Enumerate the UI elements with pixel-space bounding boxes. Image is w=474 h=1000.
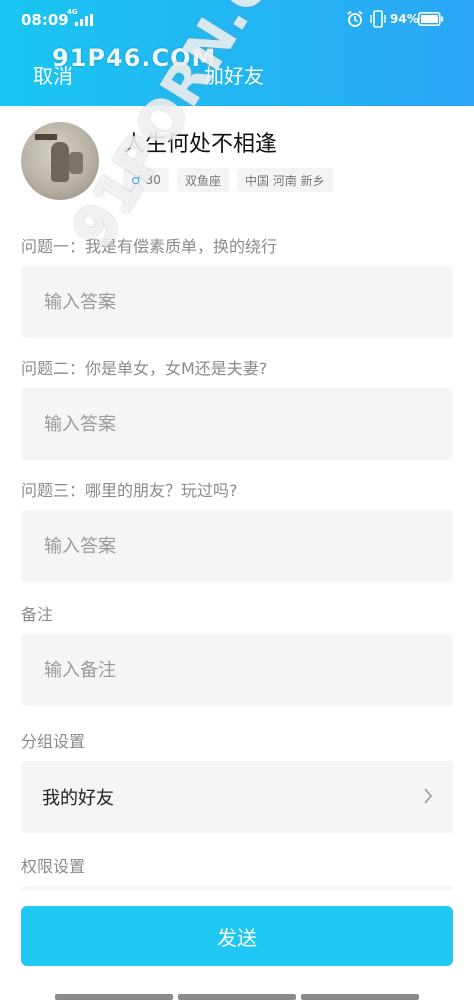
remark-label: 备注 bbox=[21, 605, 54, 624]
age-tag: ♂ 30 bbox=[123, 168, 169, 192]
app-header: 08:09 4G 94% 91P46.COM 取消 加好友 bbox=[0, 0, 474, 106]
avatar[interactable] bbox=[21, 122, 99, 200]
send-button[interactable]: 发送 bbox=[21, 906, 453, 966]
group-label: 分组设置 bbox=[21, 732, 86, 751]
status-bar: 08:09 4G 94% bbox=[0, 0, 474, 40]
watermark-top: 91P46.COM bbox=[52, 44, 217, 72]
battery-icon bbox=[418, 12, 444, 26]
answer-1-field[interactable] bbox=[21, 266, 453, 338]
page-title: 加好友 bbox=[204, 64, 264, 88]
vibrate-icon bbox=[370, 10, 386, 28]
permission-label: 权限设置 bbox=[21, 857, 86, 876]
answer-3-input[interactable] bbox=[42, 534, 426, 558]
nav-handle-left bbox=[55, 994, 173, 1000]
remark-input[interactable] bbox=[42, 658, 426, 682]
question-3-label: 问题三：哪里的朋友？玩过吗? bbox=[21, 481, 238, 500]
male-icon: ♂ bbox=[131, 172, 143, 188]
answer-3-field[interactable] bbox=[21, 510, 453, 582]
age-value: 30 bbox=[145, 173, 161, 187]
profile-name: 人生何处不相逢 bbox=[123, 132, 278, 157]
question-1-label: 问题一：我是有偿素质单，换的绕行 bbox=[21, 237, 278, 256]
profile-card: 人生何处不相逢 ♂ 30 双鱼座 中国 河南 新乡 bbox=[0, 106, 474, 220]
location-tag: 中国 河南 新乡 bbox=[236, 168, 333, 192]
zodiac-tag: 双鱼座 bbox=[176, 168, 229, 192]
answer-2-input[interactable] bbox=[42, 412, 426, 436]
nav-handle-right bbox=[301, 994, 419, 1000]
group-selector[interactable]: 我的好友 bbox=[21, 761, 453, 833]
battery-percent: 94% bbox=[390, 12, 419, 26]
signal-icon bbox=[75, 14, 93, 26]
cancel-button[interactable]: 取消 bbox=[33, 60, 73, 89]
question-2-label: 问题二：你是单女，女M还是夫妻? bbox=[21, 359, 268, 378]
answer-1-input[interactable] bbox=[42, 290, 426, 314]
remark-field[interactable] bbox=[21, 634, 453, 706]
answer-2-field[interactable] bbox=[21, 388, 453, 460]
profile-tags: ♂ 30 双鱼座 中国 河南 新乡 bbox=[123, 168, 333, 192]
group-value: 我的好友 bbox=[42, 788, 114, 809]
alarm-icon bbox=[347, 10, 363, 27]
nav-handle-center bbox=[178, 994, 296, 1000]
status-time: 08:09 bbox=[21, 11, 69, 29]
chevron-right-icon bbox=[424, 788, 433, 804]
